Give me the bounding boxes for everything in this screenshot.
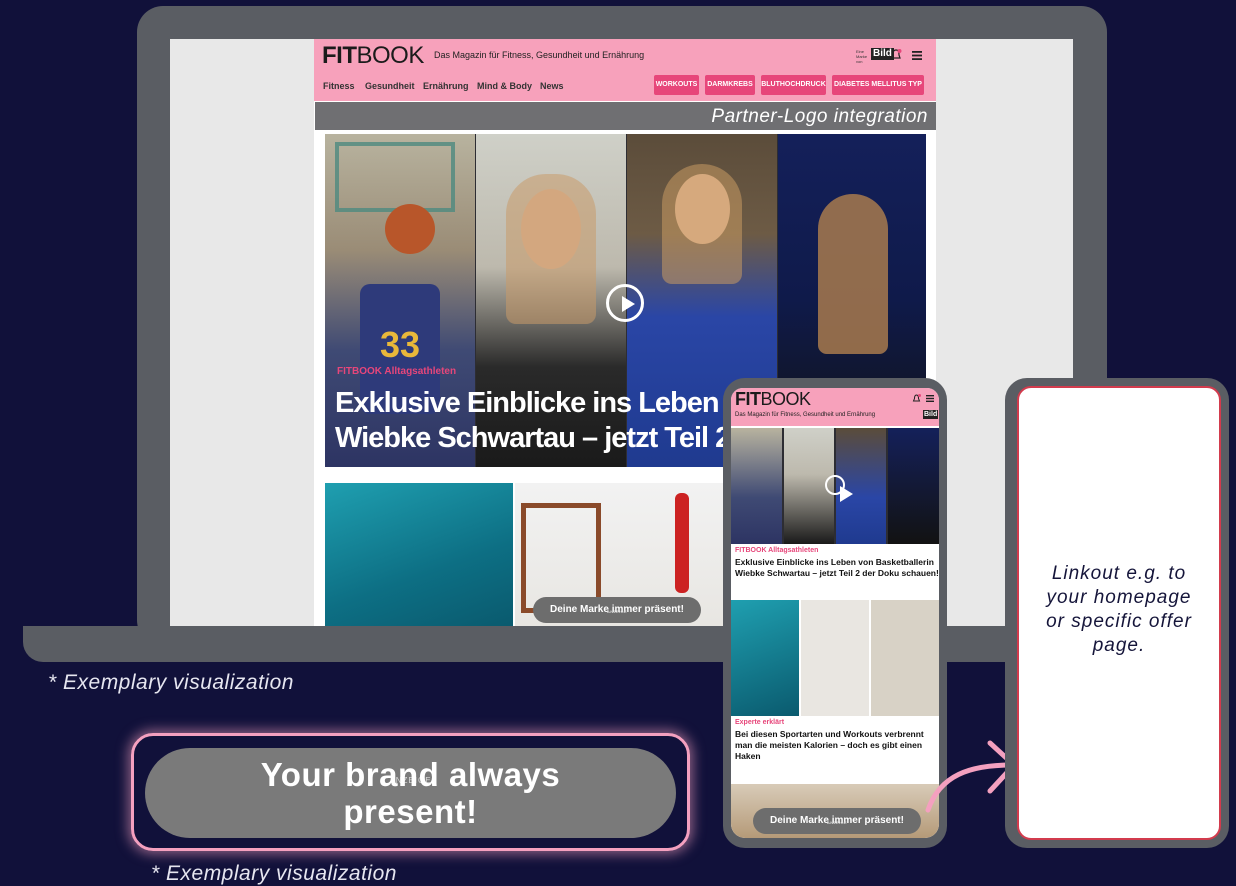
mobile-headline-2[interactable]: Bei diesen Sportarten und Workouts verbr… [735,729,931,762]
big-pill-label: Your brand always present! [260,756,561,830]
brand-pill-large[interactable]: ANZEIGE Your brand always present! [145,748,676,838]
partner-logo-label: Partner-Logo integration [711,106,928,127]
caption-visualization-1: * Exemplary visualization [48,671,294,694]
mobile-header: FITBOOK Das Magazin für Fitness, Gesundh… [731,388,939,426]
brand-pill-desktop[interactable]: ANZEIGE Deine Marke immer präsent! [533,597,701,623]
site-tagline: Das Magazin für Fitness, Gesundheit und … [434,50,645,60]
mobile-play-icon[interactable] [825,475,853,502]
bild-prefix: Eine Marke von [856,49,868,64]
pill-anzeige-label: ANZEIGE [607,609,627,614]
play-icon[interactable] [606,284,644,322]
brand-pill-highlight: ANZEIGE Your brand always present! [131,733,690,851]
mobile-phone-frame: FITBOOK Das Magazin für Fitness, Gesundh… [723,378,947,848]
nav-news[interactable]: News [540,81,564,91]
mobile-headline-1[interactable]: Exklusive Einblicke ins Leben von Basket… [735,557,939,579]
topic-diabetes[interactable]: DIABETES MELLITUS TYP 2 [832,75,924,108]
caption-visualization-2: * Exemplary visualization [151,862,397,885]
linkout-phone-frame: Linkout e.g. to your homepage or specifi… [1005,378,1229,848]
menu-icon[interactable] [912,51,922,60]
mobile-kicker-2: Experte erklärt [735,719,785,726]
bell-icon[interactable] [890,49,902,61]
mobile-fitbook-logo[interactable]: FITBOOK [735,389,811,410]
mobile-hero-image[interactable] [731,428,939,544]
laptop-base [23,626,1125,662]
brand-pill-mobile[interactable]: ANZEIGE Deine Marke immer präsent! [753,808,921,834]
mobile-tagline: Das Magazin für Fitness, Gesundheit und … [735,412,876,418]
teaser-image-swimmer[interactable] [325,483,513,626]
nav-ernaehrung[interactable]: Ernährung [423,81,469,91]
linkout-screen: Linkout e.g. to your homepage or specifi… [1017,386,1221,840]
mobile-menu-icon[interactable] [926,395,934,402]
site-header: FITBOOK Das Magazin für Fitness, Gesundh… [314,39,936,108]
topic-darmkrebs[interactable]: DARMKREBS [705,75,755,95]
mobile-teaser-image[interactable] [731,600,939,716]
mobile-screen: FITBOOK Das Magazin für Fitness, Gesundh… [731,388,939,838]
mobile-pill-anzeige: ANZEIGE [827,820,847,825]
topic-bluthochdruck[interactable]: BLUTHOCHDRUCK [761,75,826,95]
nav-gesundheit[interactable]: Gesundheit [365,81,415,91]
fitbook-logo[interactable]: FITBOOK [322,42,424,70]
nav-fitness[interactable]: Fitness [323,81,355,91]
mobile-bell-icon[interactable] [912,394,921,403]
hero-kicker: FITBOOK Alltagsathleten [337,366,457,377]
mobile-kicker-1: FITBOOK Alltagsathleten [735,547,819,554]
nav-mind-body[interactable]: Mind & Body [477,81,532,91]
topic-workouts[interactable]: WORKOUTS [654,75,699,95]
partner-logo-bar: Partner-Logo integration [315,102,936,130]
mobile-bild-logo[interactable]: Bild [923,410,939,419]
linkout-text: Linkout e.g. to your homepage or specifi… [1046,563,1192,656]
